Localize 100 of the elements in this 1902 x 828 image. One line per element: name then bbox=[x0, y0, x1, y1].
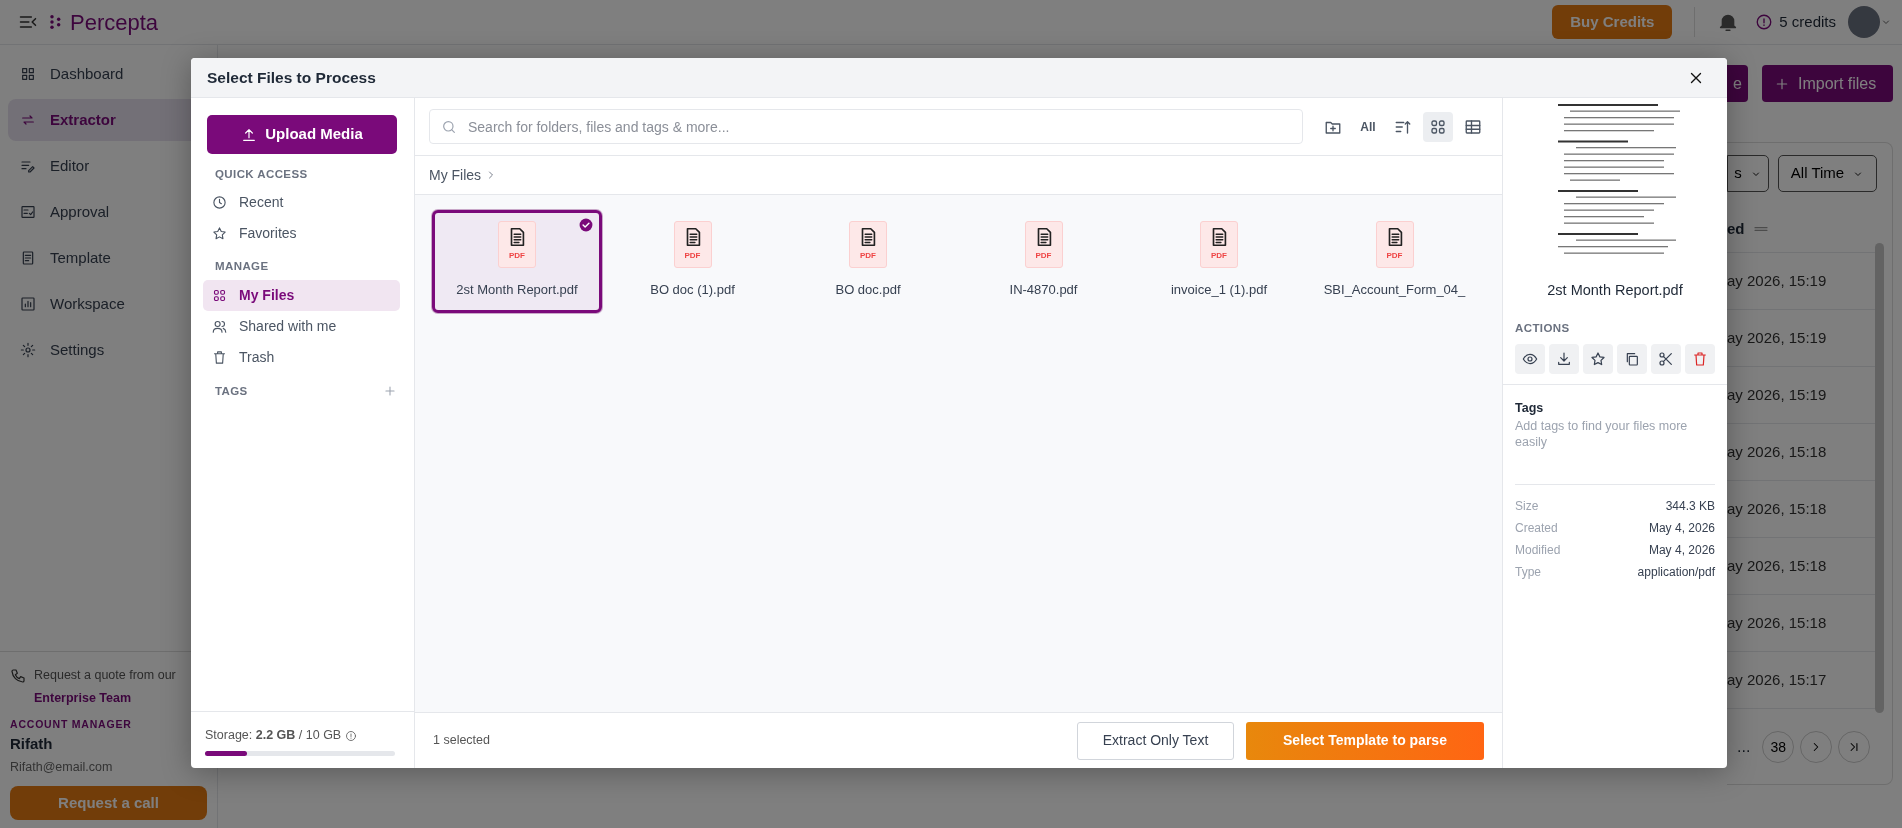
selection-count: 1 selected bbox=[433, 732, 490, 750]
pagination-ellipsis: ... bbox=[1737, 737, 1751, 757]
eye-icon bbox=[1522, 351, 1538, 367]
file-name: IN-4870.pdf bbox=[1009, 281, 1078, 299]
extract-text-button[interactable]: Extract Only Text bbox=[1077, 721, 1234, 760]
file-tile[interactable]: PDF IN-4870.pdf bbox=[958, 210, 1129, 313]
star-icon bbox=[1590, 351, 1606, 367]
property-value: 344.3 KB bbox=[1665, 498, 1715, 516]
download-button[interactable] bbox=[1549, 344, 1579, 374]
cut-button[interactable] bbox=[1651, 344, 1681, 374]
tags-hint: Add tags to find your files more easily bbox=[1515, 417, 1715, 486]
pdf-file-icon: PDF bbox=[849, 221, 887, 268]
pdf-file-icon: PDF bbox=[1024, 221, 1063, 268]
pdf-file-icon: PDF bbox=[673, 221, 712, 268]
enterprise-team-link[interactable]: Enterprise Team bbox=[34, 689, 132, 708]
nav-item[interactable]: My Files bbox=[203, 279, 400, 311]
date-cell-text: ay 2026, 15:18 bbox=[1727, 441, 1827, 462]
search-field[interactable]: Search for folders, files and tags & more... bbox=[429, 109, 1303, 144]
page-button[interactable]: 38 bbox=[1762, 731, 1795, 763]
file-name: 2st Month Report.pdf bbox=[456, 281, 578, 299]
trash-icon bbox=[1692, 351, 1708, 367]
date-cell-text: ay 2026, 15:18 bbox=[1727, 555, 1827, 576]
property-label: Type bbox=[1515, 564, 1541, 582]
chart-icon bbox=[20, 296, 36, 312]
date-cell-text: ay 2026, 15:19 bbox=[1727, 270, 1827, 291]
avatar-icon[interactable] bbox=[1848, 6, 1880, 38]
account-manager-heading: ACCOUNT MANAGER bbox=[10, 717, 133, 732]
filter-dropdown[interactable]: All Time bbox=[1778, 155, 1877, 192]
logo-text: Percepta bbox=[70, 8, 159, 37]
property-value: May 4, 2026 bbox=[1648, 542, 1715, 560]
checklist-icon bbox=[20, 204, 36, 220]
info-icon[interactable] bbox=[345, 729, 358, 742]
filter-dropdown[interactable]: s bbox=[1727, 155, 1769, 192]
pdf-file-icon: PDF bbox=[1200, 221, 1238, 268]
section-heading: MANAGE bbox=[214, 259, 270, 275]
file-tile[interactable]: PDF 2st Month Report.pdf bbox=[432, 210, 602, 313]
actions-heading: ACTIONS bbox=[1515, 320, 1571, 336]
file-tile[interactable]: PDF BO doc (1).pdf bbox=[607, 210, 778, 313]
date-cell-text: ay 2026, 15:17 bbox=[1727, 669, 1827, 690]
grid-view-icon bbox=[1429, 117, 1447, 136]
users-icon bbox=[212, 318, 227, 334]
manager-email: Rifath@email.com bbox=[10, 759, 114, 777]
import-files-button[interactable]: Import files bbox=[1762, 65, 1893, 102]
checkmark-icon bbox=[579, 218, 593, 232]
date-cell-text: ay 2026, 15:19 bbox=[1727, 384, 1827, 405]
property-label: Created bbox=[1515, 520, 1558, 538]
download-icon bbox=[1556, 351, 1572, 367]
tags-title: Tags bbox=[1515, 400, 1545, 417]
filter-all-button[interactable]: All bbox=[1353, 111, 1383, 142]
pdf-file-icon: PDF bbox=[498, 221, 536, 268]
upload-icon bbox=[241, 126, 258, 143]
pdf-file-icon: PDF bbox=[1375, 221, 1414, 268]
property-value: May 4, 2026 bbox=[1648, 520, 1715, 538]
copy-icon bbox=[1624, 351, 1640, 367]
grid-icon bbox=[212, 287, 227, 303]
last-page-button[interactable] bbox=[1838, 731, 1871, 763]
phone-icon bbox=[10, 668, 26, 685]
column-header: ed bbox=[1727, 218, 1745, 239]
storage-text: Storage: 2.2 GB / 10 GB bbox=[205, 727, 342, 745]
file-tile[interactable]: PDF BO doc.pdf bbox=[783, 210, 953, 313]
search-icon bbox=[441, 119, 457, 135]
delete-button[interactable] bbox=[1685, 344, 1715, 374]
file-tile[interactable]: PDF SBI_Account_Form_04_ bbox=[1309, 210, 1480, 313]
select-template-button[interactable]: Select Template to parse bbox=[1246, 721, 1484, 760]
property-label: Modified bbox=[1515, 542, 1561, 560]
upload-media-button[interactable]: Upload Media bbox=[207, 115, 397, 154]
date-cell-text: ay 2026, 15:18 bbox=[1727, 612, 1827, 633]
copy-button[interactable] bbox=[1617, 344, 1647, 374]
property-value: application/pdf bbox=[1637, 564, 1715, 582]
preview-file-name: 2st Month Report.pdf bbox=[1546, 281, 1684, 300]
file-name: BO doc.pdf bbox=[835, 281, 901, 299]
document-icon bbox=[20, 250, 36, 266]
tags-heading: TAGS bbox=[214, 383, 248, 399]
cut-off-button[interactable]: e bbox=[1727, 65, 1748, 102]
star-icon bbox=[212, 226, 227, 242]
preview-button[interactable] bbox=[1515, 344, 1545, 374]
grid-icon bbox=[20, 66, 36, 82]
favorite-button[interactable] bbox=[1583, 344, 1613, 374]
file-name: BO doc (1).pdf bbox=[650, 281, 735, 299]
dialog-title: Select Files to Process bbox=[207, 67, 376, 88]
date-cell-text: ay 2026, 15:18 bbox=[1727, 498, 1827, 519]
file-tile[interactable]: PDF invoice_1 (1).pdf bbox=[1134, 210, 1304, 313]
file-name: SBI_Account_Form_04_ bbox=[1323, 281, 1466, 299]
table-view-icon bbox=[1464, 117, 1482, 136]
date-cell-text: ay 2026, 15:19 bbox=[1727, 327, 1827, 348]
view-toggle[interactable] bbox=[1423, 111, 1453, 142]
section-heading: QUICK ACCESS bbox=[214, 167, 309, 182]
file-name: invoice_1 (1).pdf bbox=[1170, 281, 1268, 299]
scrollbar[interactable] bbox=[1875, 243, 1884, 713]
scissors-icon bbox=[1658, 351, 1674, 367]
quote-text: Request a quote from our bbox=[34, 667, 176, 685]
info-icon bbox=[1755, 13, 1774, 31]
property-label: Size bbox=[1515, 498, 1539, 516]
sidebar-item[interactable]: Editor bbox=[8, 145, 209, 187]
credits-count: 5 credits bbox=[1779, 11, 1836, 32]
clock-icon bbox=[212, 195, 227, 211]
manager-name: Rifath bbox=[10, 733, 54, 754]
breadcrumb-link[interactable]: My Files bbox=[429, 164, 482, 186]
trash-icon bbox=[212, 349, 227, 365]
list-pen-icon bbox=[20, 158, 36, 174]
